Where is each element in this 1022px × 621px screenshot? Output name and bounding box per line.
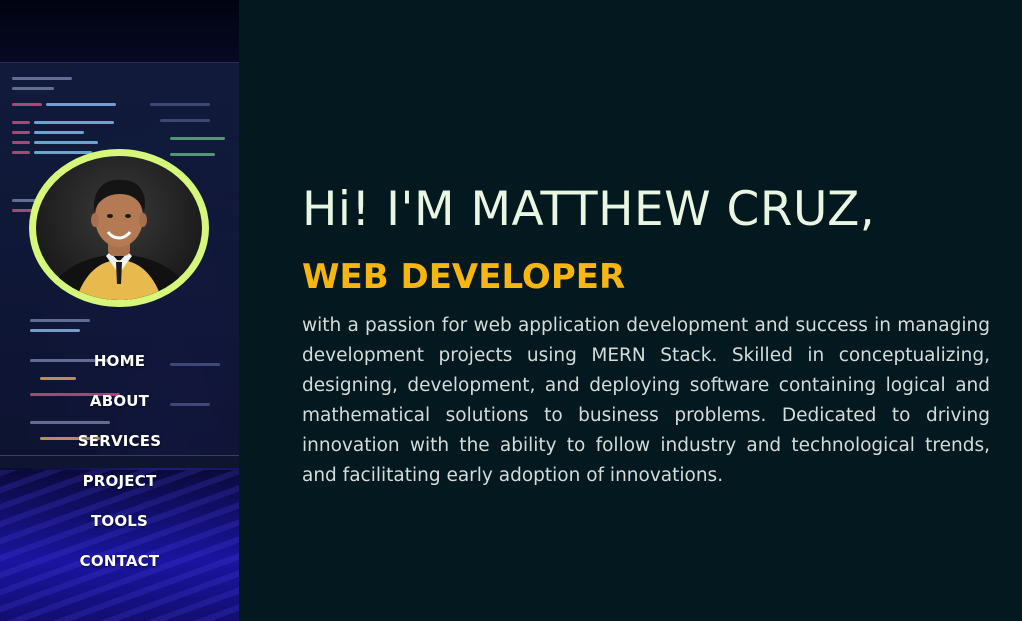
sidebar: HOME ABOUT SERVICES PROJECT TOOLS CONTAC… <box>0 0 239 621</box>
portfolio-page: HOME ABOUT SERVICES PROJECT TOOLS CONTAC… <box>0 0 1022 621</box>
nav-item-tools[interactable]: TOOLS <box>0 506 239 546</box>
avatar-ring <box>29 149 209 307</box>
nav-item-project[interactable]: PROJECT <box>0 466 239 506</box>
profile-photo-icon <box>46 179 192 300</box>
avatar <box>36 156 202 300</box>
main-nav: HOME ABOUT SERVICES PROJECT TOOLS CONTAC… <box>0 346 239 586</box>
hero-role: WEB DEVELOPER <box>302 257 626 297</box>
nav-item-about[interactable]: ABOUT <box>0 386 239 426</box>
hero-bio: with a passion for web application devel… <box>302 315 990 486</box>
nav-item-services[interactable]: SERVICES <box>0 426 239 466</box>
hero-greeting: Hi! I'M MATTHEW CRUZ, <box>302 182 876 237</box>
nav-item-contact[interactable]: CONTACT <box>0 546 239 586</box>
nav-item-home[interactable]: HOME <box>0 346 239 386</box>
hero-section: Hi! I'M MATTHEW CRUZ, WEB DEVELOPER with… <box>239 0 1022 621</box>
